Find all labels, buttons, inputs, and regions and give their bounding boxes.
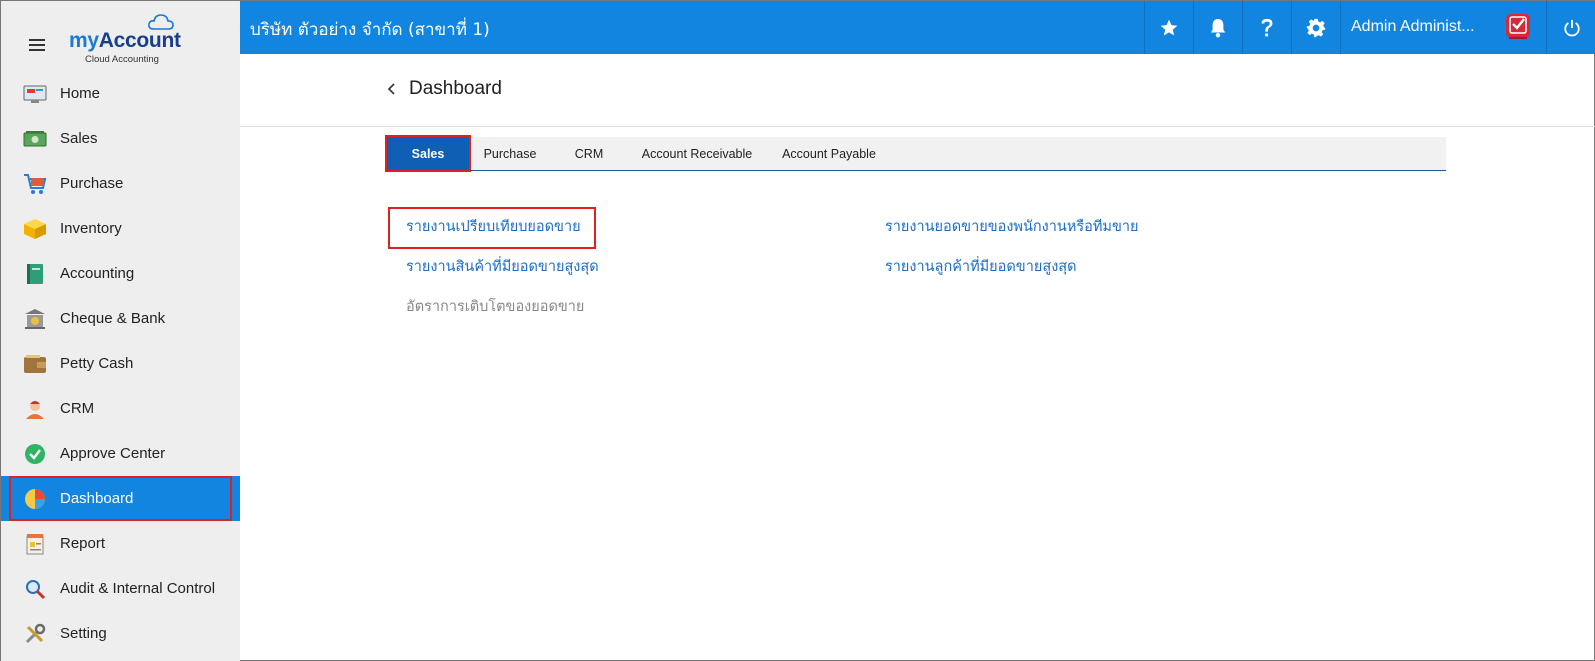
sidebar-item-label: Purchase [60,175,124,192]
back-navigation[interactable]: Dashboard [385,76,502,102]
sidebar-item-label: Petty Cash [60,355,134,372]
sidebar-item-purchase[interactable]: Purchase [1,161,240,206]
power-icon [1563,19,1580,36]
brand-area: myAccount Cloud Accounting [1,1,240,69]
tools-icon [23,622,47,646]
report-link-top-products[interactable]: รายงานสินค้าที่มียอดขายสูงสุด [406,255,599,278]
sidebar-item-setting[interactable]: Setting [1,611,240,656]
bell-icon [1210,18,1226,37]
user-menu[interactable]: Admin Administ... [1340,1,1546,54]
sidebar-item-label: Approve Center [60,445,166,462]
chevron-left-icon [387,83,395,95]
sidebar-item-label: Report [60,535,106,552]
sidebar-item-label: CRM [60,400,95,417]
sidebar-item-petty-cash[interactable]: Petty Cash [1,341,240,386]
sidebar-item-label: Accounting [60,265,135,282]
company-name[interactable]: บริษัท ตัวอย่าง จำกัด (สาขาที่ 1) [250,16,490,43]
pie-chart-icon [23,487,47,511]
page-title: Dashboard [409,78,502,99]
report-link-salesperson[interactable]: รายงานยอดขายของพนักงานหรือทีมขาย [885,215,1139,238]
box-icon [23,217,47,241]
top-bar-actions: Admin Administ... [1144,1,1595,54]
header-divider [240,126,1595,127]
notification-button[interactable] [1193,1,1242,54]
sidebar: myAccount Cloud Accounting Home Sales Pu… [1,1,240,661]
sidebar-item-audit[interactable]: Audit & Internal Control [1,566,240,611]
tab-purchase[interactable]: Purchase [469,137,551,170]
sidebar-item-label: Inventory [60,220,122,237]
money-bill-icon [23,127,47,151]
report-link-sales-growth[interactable]: อัตราการเติบโตของยอดขาย [406,295,584,318]
tab-account-receivable[interactable]: Account Receivable [627,137,767,170]
dashboard-tabs: Sales Purchase CRM Account Receivable Ac… [385,135,1446,172]
tab-crm[interactable]: CRM [551,137,627,170]
magnifier-icon [23,577,47,601]
sidebar-menu: Home Sales Purchase Inventory Accounting [1,71,240,656]
top-bar: บริษัท ตัวอย่าง จำกัด (สาขาที่ 1) Admin … [240,1,1595,54]
logo-subtitle: Cloud Accounting [85,54,159,65]
sidebar-item-label: Dashboard [60,490,134,507]
bank-icon [23,307,47,331]
sidebar-item-approve-center[interactable]: Approve Center [1,431,240,476]
sidebar-item-inventory[interactable]: Inventory [1,206,240,251]
report-link-sales-comparison[interactable]: รายงานเปรียบเทียบยอดขาย [388,207,596,249]
help-button[interactable] [1242,1,1291,54]
sidebar-item-dashboard[interactable]: Dashboard [1,476,240,521]
shopping-cart-icon [23,172,47,196]
report-icon [23,532,47,556]
sidebar-item-sales[interactable]: Sales [1,116,240,161]
user-name: Admin Administ... [1351,18,1475,35]
settings-button[interactable] [1291,1,1340,54]
favorite-button[interactable] [1144,1,1193,54]
report-link-top-customers[interactable]: รายงานลูกค้าที่มียอดขายสูงสุด [885,255,1077,278]
sidebar-item-cheque-bank[interactable]: Cheque & Bank [1,296,240,341]
star-icon [1160,19,1178,35]
tab-sales[interactable]: Sales [385,135,471,172]
gear-icon [1306,18,1326,37]
people-icon [23,397,47,421]
sidebar-item-label: Home [60,85,101,102]
hamburger-menu-icon[interactable] [29,39,45,51]
sidebar-item-label: Sales [60,130,98,147]
wallet-icon [23,352,47,376]
logo[interactable]: myAccount Cloud Accounting [69,14,189,67]
ledger-book-icon [23,262,47,286]
logo-my: my [69,29,99,52]
logo-account: Account [98,29,181,52]
shield-check-icon [1506,14,1530,39]
check-circle-icon [23,442,47,466]
sidebar-item-report[interactable]: Report [1,521,240,566]
sidebar-item-home[interactable]: Home [1,71,240,116]
sidebar-item-accounting[interactable]: Accounting [1,251,240,296]
logout-button[interactable] [1546,1,1595,54]
question-icon [1261,18,1273,36]
sidebar-item-label: Audit & Internal Control [60,580,216,597]
home-monitor-icon [23,82,47,106]
sidebar-item-label: Cheque & Bank [60,310,166,327]
tab-account-payable[interactable]: Account Payable [767,137,891,170]
sidebar-item-crm[interactable]: CRM [1,386,240,431]
sidebar-item-label: Setting [60,625,107,642]
